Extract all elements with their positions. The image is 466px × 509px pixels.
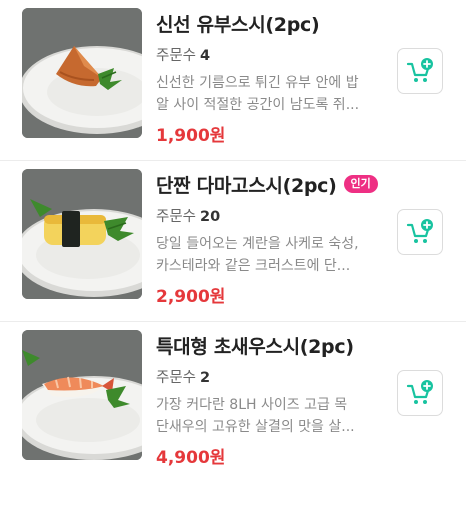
food-image-inari-sushi[interactable] [22,8,142,138]
item-description: 당일 들어오는 계란을 사케로 숙성, 카스테라와 같은 크러스트에 단... [156,233,374,277]
description-line: 가장 커다란 8LH 사이즈 고급 목 [156,397,348,413]
item-price: 1,900원 [156,126,226,146]
item-info: 단짠 다마고스시(2pc) 인기 주문수 20 당일 들어오는 계란을 사케로 숙… [156,171,386,307]
order-count: 주문수 2 [156,366,386,386]
description-line: 신선한 기름으로 튀긴 유부 안에 밥 [156,75,359,91]
order-count-label: 주문수 [156,370,197,386]
item-info: 신선 유부스시(2pc) 주문수 4 신선한 기름으로 튀긴 유부 안에 밥 알 … [156,10,386,147]
order-count-value: 4 [200,48,211,64]
order-count-value: 20 [200,209,221,225]
item-name-row: 신선 유부스시(2pc) [156,10,386,36]
menu-item[interactable]: 특대형 초새우스시(2pc) 주문수 2 가장 커다란 8LH 사이즈 고급 목 … [0,321,466,482]
add-to-cart-icon [406,219,433,243]
item-name: 단짠 다마고스시(2pc) [156,174,337,197]
food-image-tamago-sushi[interactable] [22,169,142,299]
tamago-sushi-illustration [22,169,142,299]
shrimp-sushi-illustration [22,330,142,460]
order-count-label: 주문수 [156,48,197,64]
inari-sushi-illustration [22,8,142,138]
item-price: 4,900원 [156,448,226,468]
description-line: 카스테라와 같은 크러스트에 단... [156,258,351,274]
add-to-cart-icon [406,58,433,82]
item-name: 특대형 초새우스시(2pc) [156,335,354,358]
popular-badge: 인기 [343,175,378,193]
add-to-cart-button[interactable] [397,209,443,255]
order-count: 주문수 20 [156,205,386,225]
item-price: 2,900원 [156,287,226,307]
add-to-cart-button[interactable] [397,48,443,94]
order-count: 주문수 4 [156,44,386,64]
description-line: 단새우의 고유한 살결의 맛을 살... [156,419,355,435]
food-image-shrimp-sushi[interactable] [22,330,142,460]
item-name-row: 특대형 초새우스시(2pc) [156,332,386,358]
item-name: 신선 유부스시(2pc) [156,13,320,36]
item-description: 신선한 기름으로 튀긴 유부 안에 밥 알 사이 적절한 공간이 남도록 쥐..… [156,72,374,116]
item-name-row: 단짠 다마고스시(2pc) 인기 [156,171,386,197]
item-info: 특대형 초새우스시(2pc) 주문수 2 가장 커다란 8LH 사이즈 고급 목 … [156,332,386,469]
menu-list: 신선 유부스시(2pc) 주문수 4 신선한 기름으로 튀긴 유부 안에 밥 알 … [0,0,466,482]
order-count-value: 2 [200,370,211,386]
add-to-cart-button[interactable] [397,370,443,416]
menu-item[interactable]: 신선 유부스시(2pc) 주문수 4 신선한 기름으로 튀긴 유부 안에 밥 알 … [0,0,466,160]
add-to-cart-icon [406,380,433,404]
description-line: 당일 들어오는 계란을 사케로 숙성, [156,236,359,252]
order-count-label: 주문수 [156,209,197,225]
menu-item[interactable]: 단짠 다마고스시(2pc) 인기 주문수 20 당일 들어오는 계란을 사케로 숙… [0,160,466,321]
item-description: 가장 커다란 8LH 사이즈 고급 목 단새우의 고유한 살결의 맛을 살... [156,394,374,438]
description-line: 알 사이 적절한 공간이 남도록 쥐... [156,97,360,113]
